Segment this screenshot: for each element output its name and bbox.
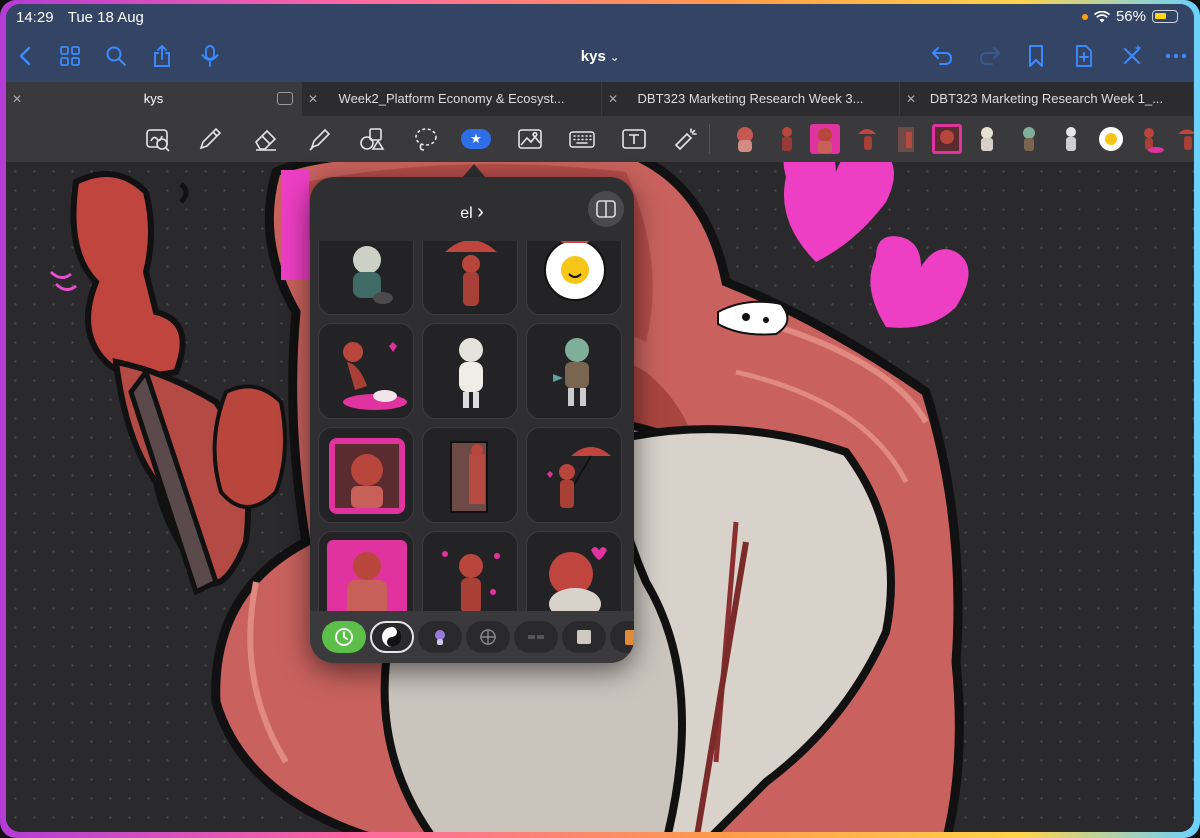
keyboard-icon[interactable] [566, 124, 598, 154]
status-date: Tue 18 Aug [67, 9, 144, 26]
lasso-icon[interactable] [410, 124, 442, 154]
collection-name: el [460, 205, 473, 222]
tool-bar: ★ [6, 116, 1194, 162]
recent-sticker[interactable] [1056, 124, 1086, 154]
tab-dbt323-week1[interactable]: ✕ DBT323 Marketing Research Week 1_... [900, 82, 1194, 116]
laser-pointer-icon[interactable] [670, 124, 702, 154]
recent-sticker[interactable] [892, 124, 922, 154]
document-title-area: kys ⌄ [6, 48, 1194, 65]
dark-stickers-icon[interactable] [514, 621, 558, 653]
grid-icon[interactable] [56, 42, 84, 70]
tab-label: kys [143, 91, 164, 106]
back-icon[interactable] [12, 42, 40, 70]
sticker-category-bar [310, 611, 634, 663]
sitting-hearts-sticker[interactable] [526, 531, 622, 611]
recent-sticker[interactable] [730, 124, 760, 154]
purple-character-icon[interactable] [418, 621, 462, 653]
wifi-icon [1093, 10, 1110, 22]
redo-icon[interactable] [976, 42, 1004, 70]
device-frame: 14:29 Tue 18 Aug 56% kys ⌄ ✕ kys ✕ Week2… [0, 0, 1200, 838]
pink-puddle-figure-sticker[interactable] [318, 323, 414, 419]
orange-folder-icon[interactable] [610, 621, 634, 653]
zoom-lasso-icon[interactable] [142, 124, 174, 154]
sticker-collection-title[interactable]: el › [310, 201, 634, 224]
more-icon[interactable] [1162, 42, 1190, 70]
recent-sticker[interactable] [1174, 124, 1194, 154]
share-icon[interactable] [148, 42, 176, 70]
tab-label: DBT323 Marketing Research Week 3... [637, 91, 864, 106]
red-flowers-figure-sticker[interactable] [422, 531, 518, 611]
status-time: 14:29 [16, 9, 54, 26]
white-hair-girl-sticker[interactable] [422, 323, 518, 419]
door-figure-sticker[interactable] [422, 427, 518, 523]
sidebar-toggle-button[interactable] [588, 191, 624, 227]
green-hair-elf-sticker[interactable] [526, 323, 622, 419]
recent-clock-icon[interactable] [322, 621, 366, 653]
girl-with-cat-sticker[interactable] [318, 241, 414, 315]
split-view-icon[interactable] [277, 92, 293, 105]
red-hair-pink-frame-sticker[interactable] [318, 427, 414, 523]
popover-caret [462, 164, 486, 178]
battery-icon [1152, 10, 1178, 23]
chevron-right-icon: › [477, 201, 484, 223]
recent-sticker[interactable] [1014, 124, 1044, 154]
undo-icon[interactable] [928, 42, 956, 70]
tab-label: DBT323 Marketing Research Week 1_... [929, 91, 1164, 106]
paper-icon[interactable] [562, 621, 606, 653]
tab-week2-platform-economy[interactable]: ✕ Week2_Platform Economy & Ecosyst... [302, 82, 602, 116]
toolbar-divider [709, 124, 710, 154]
image-icon[interactable] [514, 124, 546, 154]
pen-icon[interactable] [194, 124, 226, 154]
popover-header: el › [310, 177, 634, 241]
stickers-icon[interactable]: ★ [460, 124, 492, 154]
ipad-screen: 14:29 Tue 18 Aug 56% kys ⌄ ✕ kys ✕ Week2… [6, 4, 1194, 832]
pink-poster-figure-sticker[interactable] [318, 531, 414, 611]
recent-sticker[interactable] [972, 124, 1002, 154]
recent-sticker[interactable] [1136, 124, 1166, 154]
sticker-grid [318, 241, 626, 611]
shapes-icon[interactable] [356, 124, 388, 154]
recent-sticker[interactable] [772, 124, 802, 154]
battery-percent: 56% [1115, 8, 1146, 25]
recent-sticker[interactable] [810, 124, 840, 154]
orange-dot-icon [1081, 13, 1088, 20]
navigation-bar: kys ⌄ [6, 30, 1194, 82]
eraser-icon[interactable] [250, 124, 282, 154]
document-title-label: kys [580, 48, 606, 65]
star-icon: ★ [461, 129, 491, 149]
red-umbrella-figure-sticker[interactable] [422, 241, 518, 315]
yin-yang-icon[interactable] [370, 621, 414, 653]
document-title[interactable]: kys ⌄ [581, 48, 619, 65]
tab-kys[interactable]: ✕ kys [6, 82, 302, 116]
microphone-icon[interactable] [196, 42, 224, 70]
sticker-popover: el › [310, 177, 634, 663]
smiling-flower-sticker[interactable] [526, 241, 622, 315]
sidebar-icon [596, 200, 616, 218]
search-icon[interactable] [102, 42, 130, 70]
crosshair-icon[interactable] [466, 621, 510, 653]
add-page-icon[interactable] [1070, 42, 1098, 70]
status-bar: 14:29 Tue 18 Aug 56% [6, 4, 1194, 30]
document-tab-bar: ✕ kys ✕ Week2_Platform Economy & Ecosyst… [6, 82, 1194, 116]
recent-sticker[interactable] [852, 124, 882, 154]
text-box-icon[interactable] [618, 124, 650, 154]
tab-label: Week2_Platform Economy & Ecosyst... [338, 91, 565, 106]
tab-dbt323-week3[interactable]: ✕ DBT323 Marketing Research Week 3... [602, 82, 900, 116]
bookmark-icon[interactable] [1022, 42, 1050, 70]
recent-sticker[interactable] [932, 124, 962, 154]
recent-sticker[interactable] [1096, 124, 1126, 154]
highlighter-icon[interactable] [304, 124, 336, 154]
umbrella-hearts-sticker[interactable] [526, 427, 622, 523]
chevron-down-icon: ⌄ [609, 52, 620, 64]
close-sparkle-icon[interactable] [1118, 42, 1146, 70]
